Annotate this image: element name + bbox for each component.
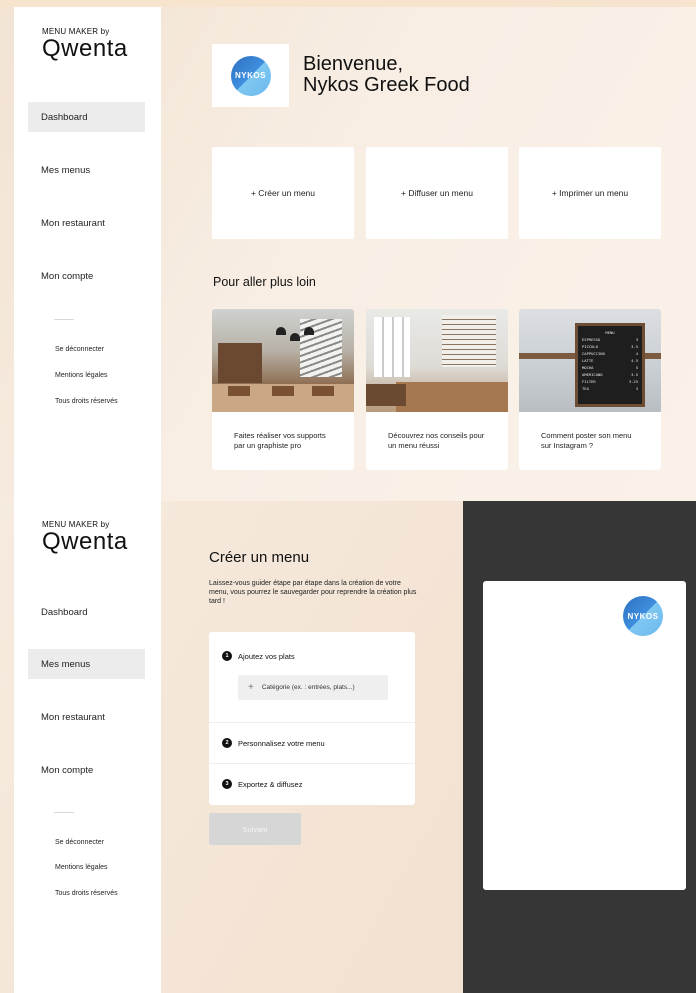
sidebar: MENU MAKER by Qwenta Dashboard Mes menus… <box>14 7 161 501</box>
brand-logo[interactable]: Qwenta <box>42 528 128 556</box>
restaurant-interior-image <box>212 309 354 412</box>
chalk-price: 5 <box>635 365 638 370</box>
sidebar: MENU MAKER by Qwenta Dashboard Mes menus… <box>14 501 161 993</box>
sidebar-item-mon-compte[interactable]: Mon compte <box>28 755 145 785</box>
category-input[interactable]: + Catégorie (ex. : entrées, plats...) <box>238 675 388 700</box>
chalk-item: CAPPUCCINO <box>582 351 605 356</box>
chalkboard-menu-image: MENU ESPRESSO 3 PICCOLO 3.5 CAPPUCCINO 4 LA… <box>519 309 661 412</box>
rights-link[interactable]: Tous droits réservés <box>55 890 118 897</box>
step-number: 1 <box>222 651 232 661</box>
sidebar-item-dashboard[interactable]: Dashboard <box>28 597 145 627</box>
chalkboard-menu: MENU ESPRESSO 3 PICCOLO 3.5 CAPPUCCINO 4 LA… <box>575 323 645 407</box>
welcome-line-2: Nykos Greek Food <box>303 74 470 96</box>
sidebar-item-label: Dashboard <box>41 111 88 123</box>
sidebar-item-dashboard[interactable]: Dashboard <box>28 102 145 132</box>
logout-link[interactable]: Se déconnecter <box>55 839 104 846</box>
resource-card-text: Découvrez nos conseils pour un menu réus… <box>388 431 485 450</box>
sidebar-item-label: Mon compte <box>41 764 94 776</box>
steps-panel: 1 Ajoutez vos plats + Catégorie (ex. : e… <box>209 632 415 805</box>
sidebar-item-label: Mon restaurant <box>41 711 105 723</box>
nykos-logo-icon: NYKOS <box>623 596 663 636</box>
chalk-item: MOCHA <box>582 365 594 370</box>
page-title: Créer un menu <box>209 549 310 566</box>
legal-link[interactable]: Mentions légales <box>55 864 108 871</box>
chalk-item: TEA <box>582 386 589 391</box>
resource-card-text: Faites réaliser vos supports par un grap… <box>234 431 326 450</box>
welcome-line-1: Bienvenue, <box>303 53 404 75</box>
resource-card-text: Comment poster son menu sur Instagram ? <box>541 431 632 450</box>
category-placeholder: Catégorie (ex. : entrées, plats...) <box>261 684 355 691</box>
chalk-price: 3.5 <box>631 372 638 377</box>
sidebar-item-mon-restaurant[interactable]: Mon restaurant <box>28 208 145 238</box>
resource-card-graphiste[interactable]: Faites réaliser vos supports par un grap… <box>212 309 354 470</box>
sidebar-item-mes-menus[interactable]: Mes menus <box>28 155 145 185</box>
chalk-item: ESPRESSO <box>582 337 601 342</box>
sidebar-item-label: Mon restaurant <box>41 217 105 229</box>
step-label: Exportez & diffusez <box>238 779 303 789</box>
print-menu-card[interactable]: + Imprimer un menu <box>519 147 661 239</box>
sidebar-divider <box>54 319 74 320</box>
step-number: 3 <box>222 779 232 789</box>
chalk-item: FILTER <box>582 379 596 384</box>
step-number: 2 <box>222 738 232 748</box>
step-customize[interactable]: 2 Personnalisez votre menu <box>222 738 325 748</box>
create-menu-card[interactable]: + Créer un menu <box>212 147 354 239</box>
chalk-price: 4.5 <box>631 358 638 363</box>
chalk-item: LATTE <box>582 358 594 363</box>
step-add-dishes[interactable]: 1 Ajoutez vos plats <box>222 651 295 661</box>
chalk-price: 3.25 <box>628 379 638 384</box>
share-menu-card[interactable]: + Diffuser un menu <box>366 147 508 239</box>
sidebar-item-mon-compte[interactable]: Mon compte <box>28 261 145 291</box>
next-button[interactable]: Suivant <box>209 813 301 845</box>
sidebar-item-mon-restaurant[interactable]: Mon restaurant <box>28 702 145 732</box>
chalkboard-title: MENU <box>605 330 615 335</box>
sidebar-item-label: Mes menus <box>41 658 91 670</box>
restaurant-logo: NYKOS <box>212 44 289 107</box>
sidebar-item-label: Mon compte <box>41 270 94 282</box>
chalk-price: 3 <box>635 386 638 391</box>
sidebar-item-label: Mes menus <box>41 164 91 176</box>
section-title: Pour aller plus loin <box>213 275 316 289</box>
top-strip <box>0 0 696 7</box>
step-divider <box>209 722 415 723</box>
step-export[interactable]: 3 Exportez & diffusez <box>222 779 302 789</box>
chalk-price: 3.5 <box>631 344 638 349</box>
create-menu-screen: MENU MAKER by Qwenta Dashboard Mes menus… <box>0 501 696 993</box>
welcome-heading: Bienvenue, Nykos Greek Food <box>303 54 470 96</box>
resource-card-instagram[interactable]: MENU ESPRESSO 3 PICCOLO 3.5 CAPPUCCINO 4 LA… <box>519 309 661 470</box>
step-label: Personnalisez votre menu <box>238 738 325 748</box>
page-description: Laissez-vous guider étape par étape dans… <box>209 580 417 605</box>
plus-icon: + <box>248 682 254 693</box>
legal-link[interactable]: Mentions légales <box>55 372 108 379</box>
nykos-logo-icon: NYKOS <box>230 55 271 96</box>
dashboard-screen: MENU MAKER by Qwenta Dashboard Mes menus… <box>0 7 696 501</box>
chalk-item: AMERICANO <box>582 372 603 377</box>
resource-card-conseils[interactable]: Découvrez nos conseils pour un menu réus… <box>366 309 508 470</box>
brand-logo[interactable]: Qwenta <box>42 35 128 63</box>
chalk-item: PICCOLO <box>582 344 599 349</box>
step-divider <box>209 763 415 764</box>
step-label: Ajoutez vos plats <box>238 651 295 661</box>
logout-link[interactable]: Se déconnecter <box>55 346 104 353</box>
menu-preview: NYKOS <box>483 581 686 890</box>
sidebar-item-mes-menus[interactable]: Mes menus <box>28 649 145 679</box>
rights-link[interactable]: Tous droits réservés <box>55 398 118 405</box>
sidebar-divider <box>54 812 74 813</box>
chalk-price: 4 <box>635 351 638 356</box>
cafe-counter-image <box>366 309 508 412</box>
chalk-price: 3 <box>635 337 638 342</box>
sidebar-item-label: Dashboard <box>41 606 88 618</box>
